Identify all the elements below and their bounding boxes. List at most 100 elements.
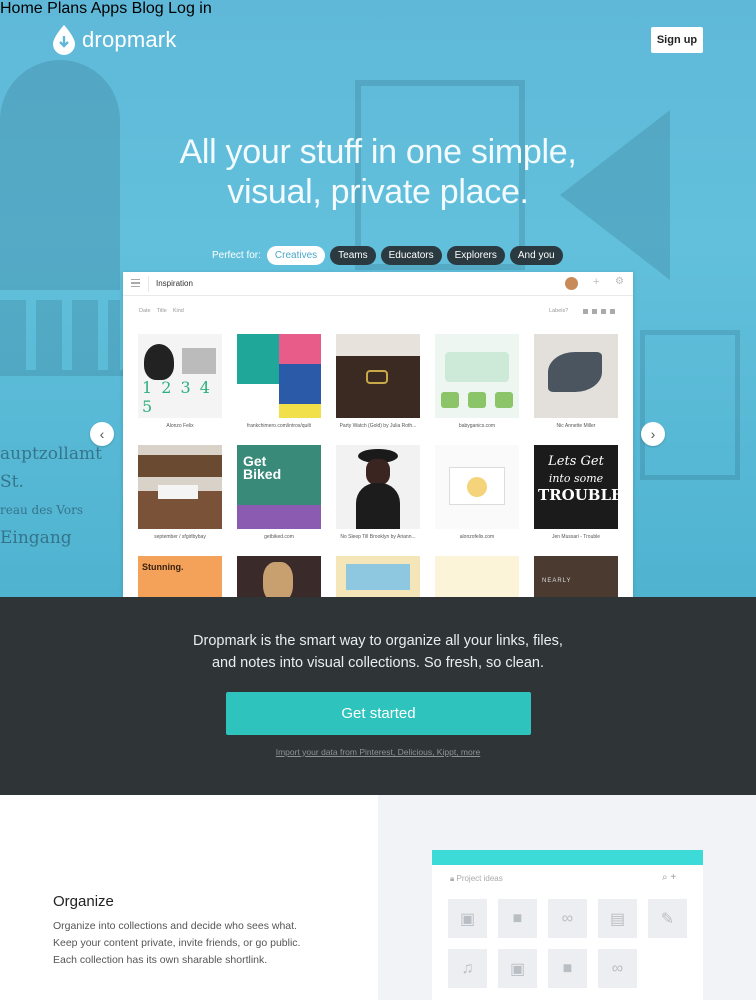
- sort-kind[interactable]: Kind: [173, 308, 184, 314]
- pill-and-you[interactable]: And you: [509, 245, 563, 265]
- pill-creatives[interactable]: Creatives: [266, 245, 326, 265]
- thumbnail: Get Biked: [237, 445, 321, 529]
- item-tile[interactable]: No Sleep Till Brooklyn by Ariann...: [336, 445, 420, 540]
- thumbnail: [435, 556, 519, 602]
- thumbnail: [435, 334, 519, 418]
- thumbnail: NEARLY: [534, 556, 618, 602]
- list-view-icon[interactable]: [592, 309, 597, 314]
- app-preview: Inspiration + ⚙ Date Title Kind Labels? …: [123, 272, 633, 602]
- nav-blog[interactable]: Blog: [132, 0, 164, 17]
- tile-text: Get Biked: [243, 453, 282, 482]
- value-prop-text: Dropmark is the smart way to organize al…: [0, 630, 756, 674]
- nav-apps[interactable]: Apps: [91, 0, 127, 17]
- carousel-prev-button[interactable]: ‹: [90, 422, 114, 446]
- description-line: Each collection has its own sharable sho…: [53, 954, 268, 966]
- plus-icon[interactable]: +: [670, 872, 676, 883]
- thumbnail: Stunning.: [138, 556, 222, 602]
- avatar[interactable]: [565, 277, 578, 290]
- tile-text: 1 2 3 4 5: [142, 378, 212, 416]
- item-tile[interactable]: [336, 556, 420, 602]
- image-icon[interactable]: ▣: [448, 899, 487, 938]
- thumbnail: [534, 334, 618, 418]
- item-tile[interactable]: Stunning.: [138, 556, 222, 602]
- item-tile[interactable]: [435, 556, 519, 602]
- get-started-button[interactable]: Get started: [226, 692, 531, 735]
- description-line: Organize into collections and decide who…: [53, 920, 297, 932]
- thumbnail: Lets Get into some TROUBLE: [534, 445, 618, 529]
- item-caption: babyganics.com: [458, 423, 496, 429]
- video-icon[interactable]: ■: [548, 949, 587, 988]
- item-tile[interactable]: NEARLY: [534, 556, 618, 602]
- item-tile[interactable]: babyganics.com: [435, 334, 519, 429]
- organize-description: Organize into collections and decide who…: [53, 918, 343, 969]
- nav-home[interactable]: Home: [0, 0, 43, 17]
- compact-view-icon[interactable]: [610, 309, 615, 314]
- document-icon[interactable]: ▤: [598, 899, 637, 938]
- link-icon[interactable]: ∞: [598, 949, 637, 988]
- import-link[interactable]: Import your data from Pinterest, Delicio…: [0, 747, 756, 757]
- background-bottles: [0, 300, 120, 370]
- item-tile[interactable]: [237, 556, 321, 602]
- thumbnail: 1 2 3 4 5: [138, 334, 222, 418]
- signup-button[interactable]: Sign up: [651, 27, 703, 53]
- collection-name: Project ideas: [456, 874, 503, 883]
- sort-date[interactable]: Date: [139, 308, 151, 314]
- labels-toggle[interactable]: Labels?: [549, 308, 568, 314]
- hero-headline: All your stuff in one simple, visual, pr…: [0, 132, 756, 212]
- value-prop-section: Dropmark is the smart way to organize al…: [0, 597, 756, 795]
- item-tile[interactable]: Party Watch (Gold) by Julia Roth...: [336, 334, 420, 429]
- collection-title: Inspiration: [156, 279, 193, 288]
- music-icon[interactable]: ♫: [448, 949, 487, 988]
- item-tile[interactable]: Get Biked getbiked.com: [237, 445, 321, 540]
- collection-card-title: 🔒︎ Project ideas: [450, 874, 503, 884]
- video-icon[interactable]: ■: [498, 899, 537, 938]
- card-tools: ⌕ +: [662, 872, 676, 883]
- sort-title[interactable]: Title: [157, 308, 167, 314]
- nav-plans[interactable]: Plans: [47, 0, 87, 17]
- logo[interactable]: dropmark: [53, 25, 177, 55]
- background-shelf: [0, 370, 130, 376]
- perfect-for-label: Perfect for:: [212, 249, 261, 261]
- item-caption: Jen Mussari - Trouble: [551, 534, 601, 540]
- item-tile[interactable]: Lets Get into some TROUBLE Jen Mussari -…: [534, 445, 618, 540]
- collection-card: 🔒︎ Project ideas ⌕ + ▣ ■ ∞ ▤ ✎ ♫ ▣ ■ ∞: [432, 850, 703, 1000]
- tile-text: Lets Get: [548, 454, 604, 469]
- thumbnail: [435, 445, 519, 529]
- description-line: Keep your content private, invite friend…: [53, 937, 301, 949]
- link-icon[interactable]: ∞: [548, 899, 587, 938]
- tile-text: TROUBLE: [538, 486, 618, 504]
- item-caption: No Sleep Till Brooklyn by Ariann...: [340, 534, 416, 540]
- pill-educators[interactable]: Educators: [380, 245, 442, 265]
- nav-login[interactable]: Log in: [168, 0, 212, 17]
- item-caption: Party Watch (Gold) by Julia Roth...: [339, 423, 417, 429]
- plus-icon[interactable]: +: [593, 276, 599, 288]
- search-icon[interactable]: ⌕: [662, 872, 668, 883]
- item-caption: getbiked.com: [264, 534, 294, 540]
- item-caption: alonzofelix.com: [459, 534, 495, 540]
- item-tile[interactable]: alonzofelix.com: [435, 445, 519, 540]
- detail-view-icon[interactable]: [601, 309, 606, 314]
- item-tile[interactable]: frankchimero.com/intros/quilt: [237, 334, 321, 429]
- pencil-icon[interactable]: ✎: [648, 899, 687, 938]
- image-icon[interactable]: ▣: [498, 949, 537, 988]
- carousel-next-button[interactable]: ›: [641, 422, 665, 446]
- thumbnail: [237, 334, 321, 418]
- item-tile[interactable]: Nic Annette Miller: [534, 334, 618, 429]
- pill-explorers[interactable]: Explorers: [446, 245, 505, 265]
- gear-icon[interactable]: ⚙: [615, 276, 624, 287]
- sign-line: auptzollamt St.: [0, 444, 102, 492]
- sign-line: Eingang: [0, 528, 72, 548]
- sort-options: Date Title Kind: [139, 308, 184, 314]
- item-caption: frankchimero.com/intros/quilt: [247, 423, 311, 429]
- item-tile[interactable]: 1 2 3 4 5 Alonzo Felix: [138, 334, 222, 429]
- value-prop-line: Dropmark is the smart way to organize al…: [193, 633, 563, 649]
- thumbnail: [336, 334, 420, 418]
- item-tile[interactable]: september / sfgirlbybay: [138, 445, 222, 540]
- headline-line: All your stuff in one simple,: [179, 133, 577, 171]
- pill-teams[interactable]: Teams: [330, 245, 376, 265]
- menu-icon[interactable]: [131, 279, 140, 287]
- thumbnail: [237, 556, 321, 602]
- background-sign: auptzollamt St. reau des Vors Eingang: [0, 440, 122, 552]
- thumbnail: [138, 445, 222, 529]
- grid-view-icon[interactable]: [583, 309, 588, 314]
